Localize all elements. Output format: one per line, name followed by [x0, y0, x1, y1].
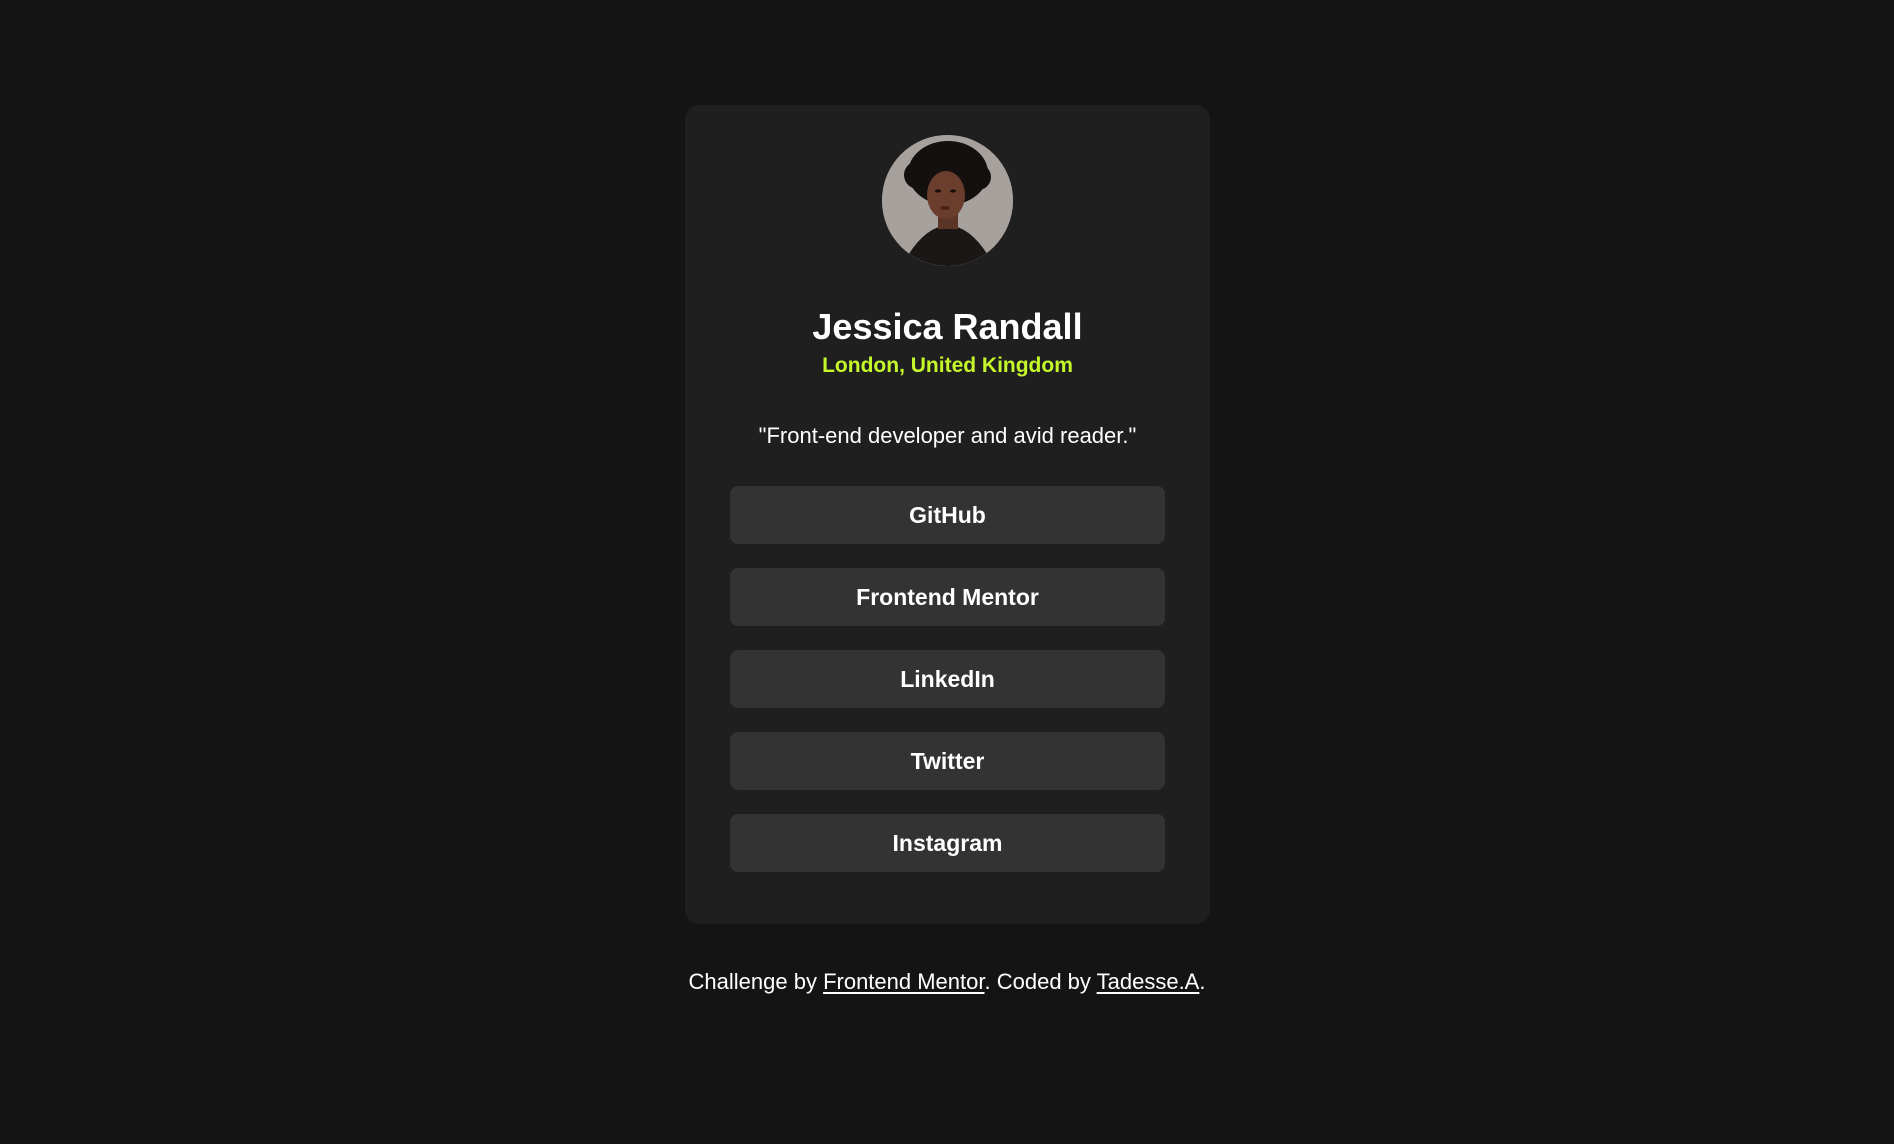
frontend-mentor-link-button[interactable]: Frontend Mentor: [730, 568, 1165, 626]
profile-card: Jessica Randall London, United Kingdom "…: [685, 105, 1210, 924]
page: Jessica Randall London, United Kingdom "…: [0, 0, 1894, 1144]
profile-bio: "Front-end developer and avid reader.": [758, 423, 1137, 448]
social-links: GitHub Frontend Mentor LinkedIn Twitter …: [730, 486, 1165, 896]
avatar: [882, 135, 1013, 266]
author-footer-link[interactable]: Tadesse.A: [1097, 969, 1200, 994]
linkedin-link-button[interactable]: LinkedIn: [730, 650, 1165, 708]
profile-name: Jessica Randall: [812, 306, 1083, 347]
frontend-mentor-footer-link[interactable]: Frontend Mentor: [823, 969, 984, 994]
attribution-footer: Challenge by Frontend Mentor. Coded by T…: [0, 965, 1894, 999]
footer-suffix: .: [1199, 969, 1206, 994]
instagram-link-button[interactable]: Instagram: [730, 814, 1165, 872]
avatar-image: [882, 135, 1013, 266]
footer-middle: . Coded by: [984, 969, 1097, 994]
twitter-link-button[interactable]: Twitter: [730, 732, 1165, 790]
footer-prefix: Challenge by: [688, 969, 824, 994]
profile-location: London, United Kingdom: [822, 354, 1073, 377]
github-link-button[interactable]: GitHub: [730, 486, 1165, 544]
